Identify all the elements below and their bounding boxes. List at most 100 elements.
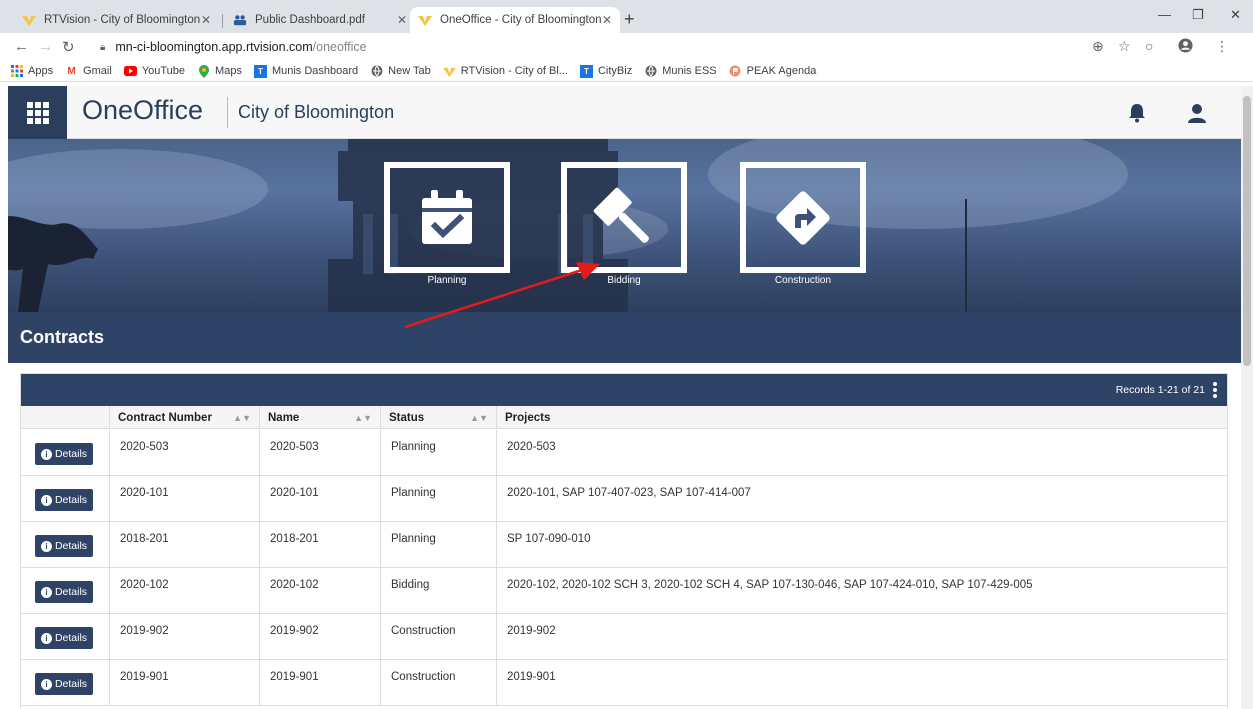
organization-name: City of Bloomington — [238, 102, 395, 122]
reload-icon[interactable]: ↻ — [62, 38, 75, 56]
table-toolbar: Records 1-21 of 21 — [21, 374, 1227, 406]
browser-tab-public-dashboard[interactable]: Public Dashboard.pdf ✕ — [225, 7, 415, 33]
info-icon: i — [40, 494, 52, 506]
notifications-bell-icon[interactable] — [1120, 96, 1154, 130]
cell-status: Construction — [380, 660, 496, 706]
cell-projects: SP 107-090-010 — [496, 522, 1227, 568]
bookmark-new-tab[interactable]: New Tab — [370, 65, 431, 78]
brand-title: OneOffice — [82, 95, 204, 125]
profile-icon[interactable] — [1178, 38, 1193, 56]
info-icon: i — [40, 586, 52, 598]
close-tab-icon[interactable]: ✕ — [201, 13, 211, 27]
peak-icon — [729, 65, 742, 78]
bookmark-star-icon[interactable]: ☆ — [1118, 38, 1131, 55]
bookmark-rtvision[interactable]: RTVision - City of Bl... — [442, 65, 568, 78]
extension-icon[interactable]: ○ — [1145, 38, 1153, 54]
globe-icon — [370, 65, 383, 78]
sort-icon[interactable]: ▲▼ — [470, 413, 488, 423]
browser-toolbar: ← → ↻ 🔒︎ mn-ci-bloomington.app.rtvision.… — [0, 33, 1253, 61]
column-header-contract-number[interactable]: Contract Number ▲▼ — [109, 406, 259, 429]
table-options-icon[interactable] — [1213, 382, 1217, 398]
restore-window-icon[interactable]: ❐ — [1192, 7, 1204, 23]
column-header-projects[interactable]: Projects — [496, 406, 1227, 429]
cell-contract-number: 2020-503 — [109, 430, 259, 476]
construction-tile[interactable] — [740, 162, 866, 273]
cell-status: Planning — [380, 522, 496, 568]
scrollbar-thumb[interactable] — [1243, 96, 1251, 366]
cell-name: 2019-902 — [259, 614, 380, 660]
bookmark-youtube[interactable]: YouTube — [123, 65, 185, 78]
details-button[interactable]: i Details — [35, 627, 93, 649]
sort-icon[interactable]: ▲▼ — [233, 413, 251, 423]
info-icon: i — [40, 540, 52, 552]
cell-status: Planning — [380, 430, 496, 476]
url-path: /oneoffice — [312, 40, 367, 54]
bookmark-gmail[interactable]: M Gmail — [65, 65, 111, 78]
bidding-tile[interactable] — [561, 162, 687, 273]
close-window-icon[interactable]: ✕ — [1230, 7, 1241, 23]
cell-projects: 2019-902 — [496, 614, 1227, 660]
bookmark-peak-agenda[interactable]: PEAK Agenda — [729, 65, 816, 78]
cell-projects: 2020-503 — [496, 430, 1227, 476]
bookmark-apps[interactable]: Apps — [10, 65, 53, 78]
details-button[interactable]: i Details — [35, 489, 93, 511]
zoom-icon[interactable]: ⊕ — [1092, 38, 1104, 55]
apps-grid-icon — [10, 65, 23, 78]
browser-tab-oneoffice[interactable]: OneOffice - City of Bloomington ✕ — [410, 7, 620, 33]
browser-tab-rtvision[interactable]: RTVision - City of Bloomington ✕ — [14, 7, 219, 33]
bookmark-munis-ess[interactable]: Munis ESS — [644, 65, 717, 78]
cell-contract-number: 2019-902 — [109, 614, 259, 660]
sort-icon[interactable]: ▲▼ — [354, 413, 372, 423]
close-tab-icon[interactable]: ✕ — [602, 13, 612, 27]
cell-contract-number: 2018-201 — [109, 522, 259, 568]
cell-projects: 2020-102, 2020-102 SCH 3, 2020-102 SCH 4… — [496, 568, 1227, 614]
maps-pin-icon — [197, 64, 210, 78]
details-button[interactable]: i Details — [35, 443, 93, 465]
planning-tile[interactable] — [384, 162, 510, 273]
cell-status: Planning — [380, 476, 496, 522]
contracts-table: Records 1-21 of 21 Contract Number ▲▼ Nam… — [20, 373, 1228, 709]
new-tab-button[interactable]: + — [624, 9, 635, 30]
app-launcher-button[interactable] — [8, 86, 67, 139]
minimize-window-icon[interactable]: — — [1158, 7, 1171, 22]
table-row: i Details 2019-901 2019-901 Construction … — [21, 660, 1227, 706]
bookmark-citybiz[interactable]: T CityBiz — [579, 64, 632, 78]
cell-name: 2019-901 — [259, 660, 380, 706]
details-button[interactable]: i Details — [35, 581, 93, 603]
cell-name: 2018-201 — [259, 522, 380, 568]
turn-right-sign-icon — [776, 190, 830, 245]
youtube-icon — [123, 65, 137, 78]
table-row: i Details 2020-503 2020-503 Planning 2020… — [21, 430, 1227, 476]
close-tab-icon[interactable]: ✕ — [397, 13, 407, 27]
back-arrow-icon[interactable]: ← — [14, 38, 29, 55]
user-account-icon[interactable] — [1180, 96, 1214, 130]
cell-contract-number: 2019-901 — [109, 660, 259, 706]
info-icon: i — [40, 448, 52, 460]
records-count: Records 1-21 of 21 — [1115, 384, 1205, 396]
details-button[interactable]: i Details — [35, 673, 93, 695]
construction-tile-label: Construction — [774, 275, 832, 286]
tab-divider — [222, 14, 223, 28]
rtvision-icon — [22, 13, 36, 27]
info-icon: i — [40, 632, 52, 644]
cell-name: 2020-102 — [259, 568, 380, 614]
page-scrollbar[interactable] — [1241, 86, 1253, 709]
calendar-check-icon — [422, 189, 472, 244]
cell-status: Construction — [380, 614, 496, 660]
browser-menu-icon[interactable]: ⋮ — [1215, 38, 1229, 55]
details-button[interactable]: i Details — [35, 535, 93, 557]
bookmark-maps[interactable]: Maps — [197, 64, 242, 78]
address-bar[interactable]: 🔒︎ mn-ci-bloomington.app.rtvision.com /o… — [100, 37, 1100, 57]
bidding-tile-label: Bidding — [607, 275, 641, 286]
cell-projects: 2020-101, SAP 107-407-023, SAP 107-414-0… — [496, 476, 1227, 522]
contracts-section-header: Contracts — [8, 312, 1241, 363]
url-host: mn-ci-bloomington.app.rtvision.com — [115, 40, 313, 54]
column-header-name[interactable]: Name ▲▼ — [259, 406, 380, 429]
forward-arrow-icon[interactable]: → — [38, 38, 53, 55]
grid-menu-icon — [26, 101, 49, 124]
rtvision-icon — [418, 13, 432, 27]
munis-icon: T — [579, 64, 593, 78]
bookmark-munis-dashboard[interactable]: T Munis Dashboard — [253, 64, 358, 78]
cell-status: Bidding — [380, 568, 496, 614]
column-header-status[interactable]: Status ▲▼ — [380, 406, 496, 429]
